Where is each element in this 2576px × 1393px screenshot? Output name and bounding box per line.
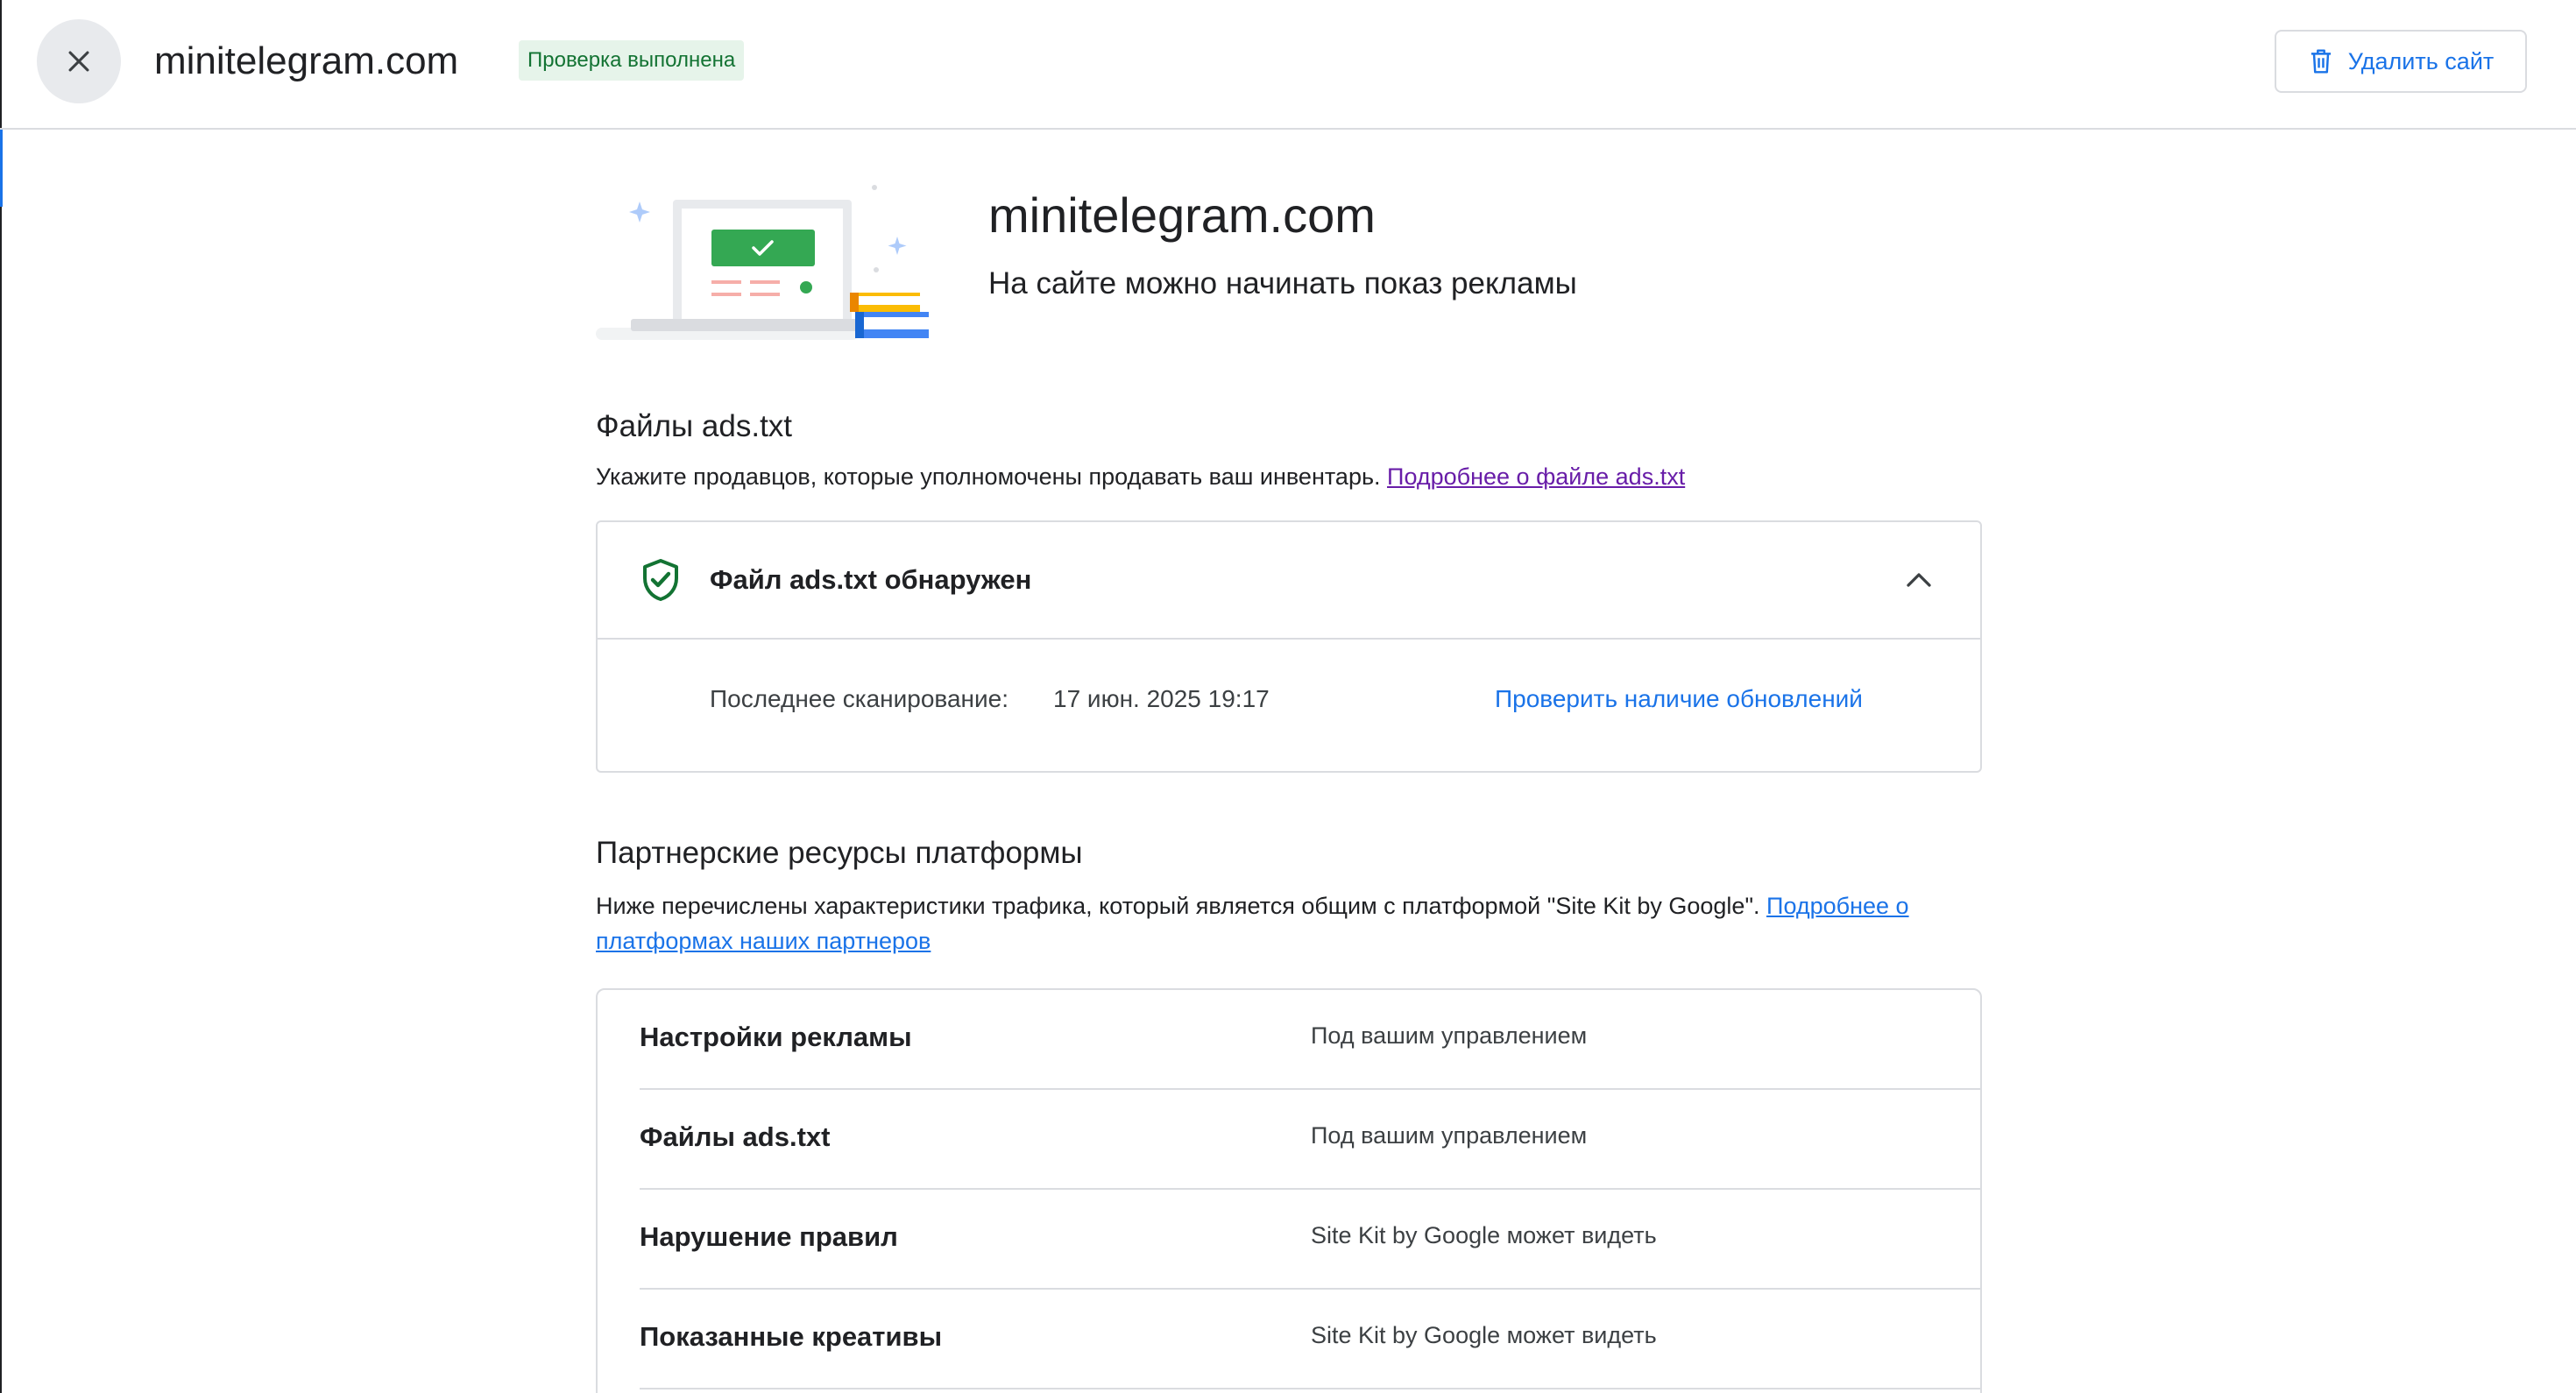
close-icon <box>68 51 89 72</box>
ads-txt-description: Укажите продавцов, которые уполномочены … <box>596 459 1685 494</box>
last-scan-label: Последнее сканирование: <box>710 685 1008 712</box>
trash-icon <box>2311 49 2331 74</box>
shield-check-icon <box>643 559 678 601</box>
partner-table: Настройки рекламы Под вашим управлением … <box>596 988 1982 1393</box>
hero-domain: minitelegram.com <box>988 187 1376 243</box>
site-title: minitelegram.com <box>154 39 459 82</box>
table-row: Файлы ads.txt Под вашим управлением <box>640 1090 1982 1190</box>
row-value: Под вашим управлением <box>1311 1122 1588 1149</box>
delete-site-button[interactable]: Удалить сайт <box>2275 30 2527 93</box>
partner-description: Ниже перечислены характеристики трафика,… <box>596 888 1989 958</box>
partner-heading: Партнерские ресурсы платформы <box>596 836 1083 870</box>
row-label: Файлы ads.txt <box>640 1121 831 1152</box>
close-button[interactable] <box>37 19 121 103</box>
row-label: Показанные креативы <box>640 1321 943 1352</box>
hero-status: На сайте можно начинать показ рекламы <box>988 266 1577 301</box>
row-value: Site Kit by Google может видеть <box>1311 1222 1657 1248</box>
site-ready-illustration <box>596 185 929 340</box>
window-edge <box>0 0 2 1393</box>
table-row: Настройки рекламы Под вашим управлением <box>640 990 1982 1090</box>
top-bar: minitelegram.com Проверка выполнена Удал… <box>0 0 2576 130</box>
ads-txt-heading: Файлы ads.txt <box>596 409 793 443</box>
ads-txt-card: Файл ads.txt обнаружен Последнее сканиро… <box>596 520 1982 773</box>
row-label: Нарушение правил <box>640 1221 898 1252</box>
check-updates-link[interactable]: Проверить наличие обновлений <box>1495 682 1863 717</box>
ads-txt-learn-more-link[interactable]: Подробнее о файле ads.txt <box>1387 463 1685 490</box>
table-row: Нарушение правил Site Kit by Google може… <box>640 1190 1982 1290</box>
page: minitelegram.com Проверка выполнена Удал… <box>0 0 2576 1393</box>
ads-txt-card-header[interactable]: Файл ads.txt обнаружен <box>598 522 1980 640</box>
table-row: Показанные креативы Site Kit by Google м… <box>640 1290 1982 1389</box>
delete-site-label: Удалить сайт <box>2347 47 2495 74</box>
chevron-up-icon[interactable] <box>1901 564 1936 596</box>
row-value: Под вашим управлением <box>1311 1022 1588 1049</box>
ads-txt-found-title: Файл ads.txt обнаружен <box>710 564 1032 595</box>
row-label: Настройки рекламы <box>640 1022 912 1052</box>
status-badge: Проверка выполнена <box>519 40 745 81</box>
last-scan-date: 17 июн. 2025 19:17 <box>1053 685 1270 712</box>
row-value: Site Kit by Google может видеть <box>1311 1322 1657 1348</box>
window-edge-accent <box>0 128 3 207</box>
ads-txt-description-text: Укажите продавцов, которые уполномочены … <box>596 463 1388 490</box>
partner-description-text: Ниже перечислены характеристики трафика,… <box>596 893 1767 919</box>
